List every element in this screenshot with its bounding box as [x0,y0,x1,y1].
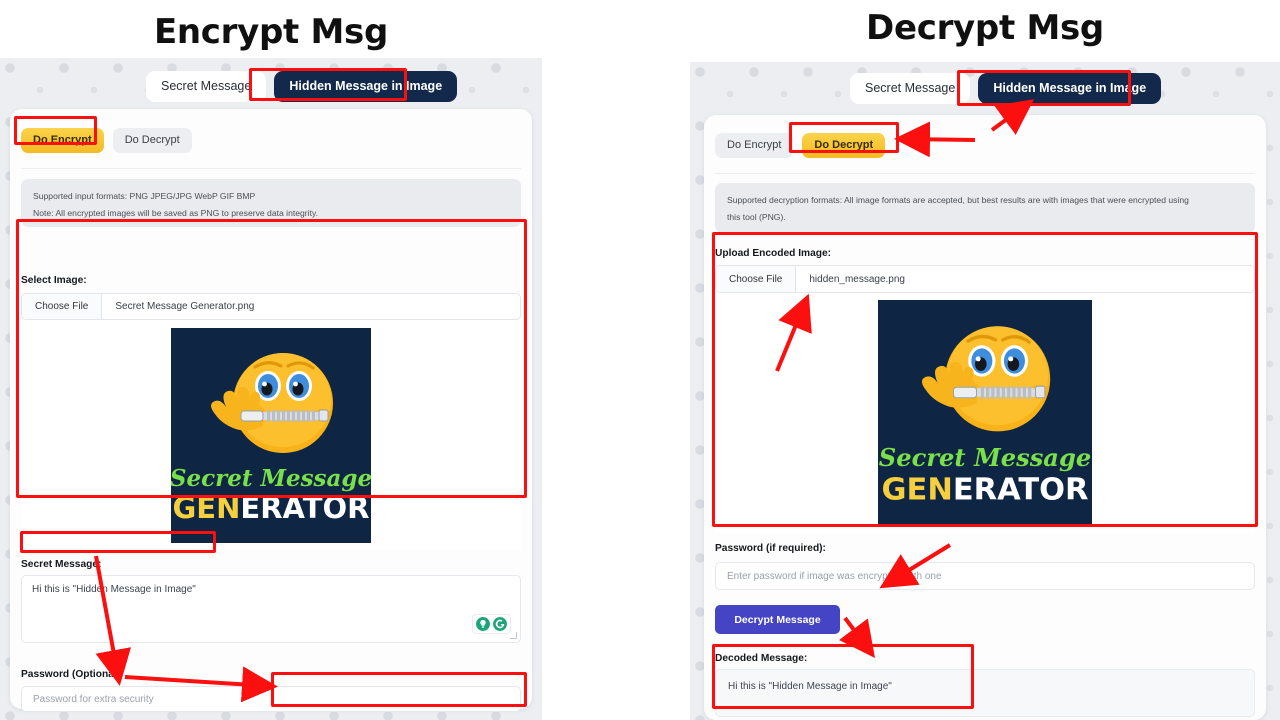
left-mode-switch: Do Encrypt Do Decrypt [21,128,192,153]
left-image-preview-area: Secret Message GENERATOR [21,320,521,550]
right-mode-switch: Do Encrypt Do Decrypt [715,133,886,158]
screenshot-stage: Encrypt Msg Secret Message Hidden Messag… [0,0,1280,720]
select-image-label: Select Image: [21,275,87,286]
svg-text:Secret Message: Secret Message [171,465,371,492]
grammarly-badge[interactable] [472,614,511,634]
left-panel-title: Encrypt Msg [153,12,389,52]
right-file-picker[interactable]: Choose File hidden_message.png [715,265,1255,293]
secret-message-label: Secret Message: [21,559,102,570]
right-image-preview-area: Secret Message GENERATOR [715,293,1255,533]
left-note-line-2: Note: All encrypted images will be saved… [33,207,319,218]
password-if-required-label: Password (if required): [715,543,826,554]
right-main-card: Do Encrypt Do Decrypt Supported decrypti… [704,115,1266,720]
textarea-resize-handle[interactable] [510,632,517,639]
tab-secret-message[interactable]: Secret Message [146,71,267,102]
mode-do-encrypt[interactable]: Do Encrypt [21,128,104,153]
tab-hidden-message-in-image[interactable]: Hidden Message in Image [274,71,458,102]
right-panel-title: Decrypt Msg [866,8,1104,48]
mode-do-decrypt-right[interactable]: Do Decrypt [802,133,886,158]
password-input[interactable]: Password for extra security [21,686,521,712]
decrypt-password-input[interactable]: Enter password if image was encrypted wi… [715,562,1255,590]
left-file-picker[interactable]: Choose File Secret Message Generator.png [21,293,521,320]
secret-message-value: Hi this is "Hidden Message in Image" [32,584,196,595]
secret-message-textarea[interactable]: Hi this is "Hidden Message in Image" [21,575,521,643]
svg-text:GENERATOR: GENERATOR [882,473,1089,508]
secret-message-generator-logo-right: Secret Message GENERATOR [878,300,1092,526]
right-card-divider [715,173,1255,174]
decoded-message-output: Hi this is "Hidden Message in Image" [715,669,1255,717]
left-format-note: Supported input formats: PNG JPEG/JPG We… [21,179,521,227]
right-note-line-1: Supported decryption formats: All image … [727,195,1189,205]
right-note-line-2: this tool (PNG). [727,211,786,222]
mode-do-encrypt-right[interactable]: Do Encrypt [715,133,794,158]
encrypt-screenshot-panel: Secret Message Hidden Message in Image D… [0,58,542,720]
left-choose-file-button[interactable]: Choose File [22,294,103,319]
left-note-line-1: Supported input formats: PNG JPEG/JPG We… [33,191,256,201]
left-card-divider [21,168,521,169]
decoded-message-label: Decoded Message: [715,653,808,664]
decrypt-screenshot-panel: Secret Message Hidden Message in Image D… [690,62,1280,720]
svg-text:Secret Message: Secret Message [879,443,1091,472]
right-choose-file-button[interactable]: Choose File [716,266,797,292]
right-file-name: hidden_message.png [809,273,905,285]
tab-hidden-message-in-image-right[interactable]: Hidden Message in Image [978,73,1162,104]
lightbulb-icon[interactable] [476,617,490,631]
mode-do-decrypt[interactable]: Do Decrypt [112,128,192,153]
grammarly-g-icon[interactable] [493,617,507,631]
tab-secret-message-right[interactable]: Secret Message [850,73,971,104]
upload-encoded-image-label: Upload Encoded Image: [715,248,832,259]
left-tab-bar: Secret Message Hidden Message in Image [146,71,458,102]
right-tab-bar: Secret Message Hidden Message in Image [850,73,1162,104]
left-main-card: Do Encrypt Do Decrypt Supported input fo… [10,109,532,712]
svg-text:GENERATOR: GENERATOR [173,491,370,525]
left-file-name: Secret Message Generator.png [115,301,255,312]
secret-message-generator-logo: Secret Message GENERATOR [171,327,371,543]
decrypt-message-button[interactable]: Decrypt Message [715,605,840,634]
right-format-note: Supported decryption formats: All image … [715,183,1255,233]
password-label: Password (Optional): [21,669,124,680]
